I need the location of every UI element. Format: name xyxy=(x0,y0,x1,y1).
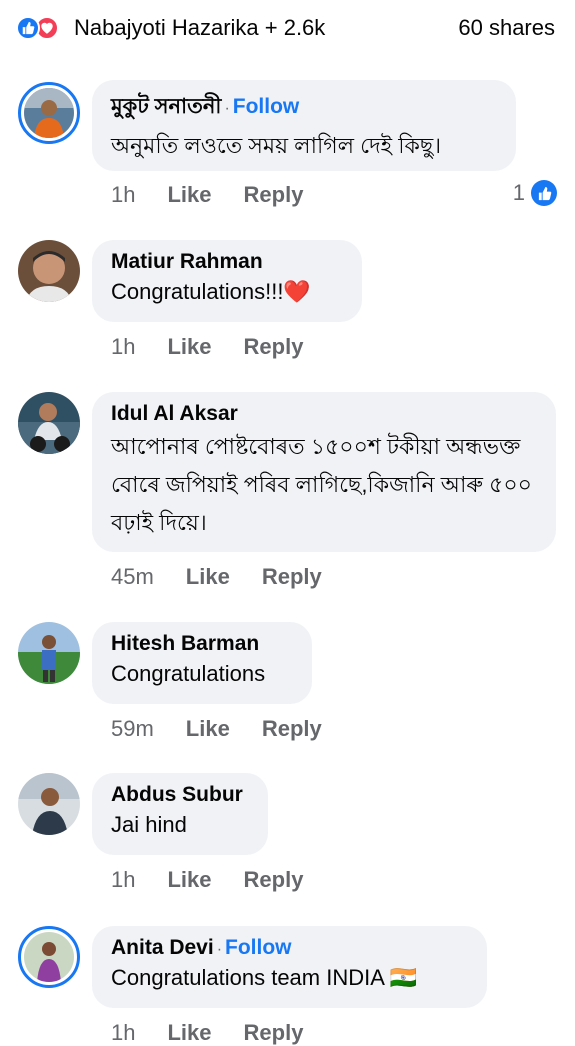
comment-bubble[interactable]: Anita Devi · Follow Congratulations team I… xyxy=(92,926,487,1008)
comment-bubble[interactable]: মুকুট সনাতনী · Follow অনুমতি লওতে সময় লাগ… xyxy=(92,80,516,171)
comment-text: Jai hind xyxy=(111,812,187,837)
comment-like-count[interactable]: 1 xyxy=(513,180,557,206)
commenter-name[interactable]: Idul Al Aksar xyxy=(111,402,536,426)
reply-button[interactable]: Reply xyxy=(262,564,322,590)
comment-bubble[interactable]: Matiur Rahman Congratulations!!!❤️ xyxy=(92,240,362,322)
like-reaction-icon xyxy=(16,16,40,40)
like-button[interactable]: Like xyxy=(186,716,230,742)
reply-button[interactable]: Reply xyxy=(244,334,304,360)
reply-button[interactable]: Reply xyxy=(262,716,322,742)
like-button[interactable]: Like xyxy=(167,334,211,360)
separator-dot: · xyxy=(216,941,223,958)
comment-actions: 1h Like Reply xyxy=(111,867,303,893)
comment-time[interactable]: 1h xyxy=(111,867,135,893)
reply-button[interactable]: Reply xyxy=(244,182,304,208)
separator-dot: · xyxy=(224,100,230,117)
comment-time[interactable]: 1h xyxy=(111,182,135,208)
comment-actions: 45m Like Reply xyxy=(111,564,322,590)
comment-text: Congratulations team INDIA 🇮🇳 xyxy=(111,965,418,990)
follow-button[interactable]: Follow xyxy=(233,95,300,118)
avatar[interactable] xyxy=(18,240,80,302)
comment-text: Congratulations!!!❤️ xyxy=(111,279,311,304)
like-button[interactable]: Like xyxy=(186,564,230,590)
reaction-icons[interactable] xyxy=(16,16,59,40)
comment-text: অনুমতি লওতে সময় লাগিল দেই কিছু। xyxy=(111,133,442,158)
comment-text: Congratulations xyxy=(111,661,266,686)
like-count-number: 1 xyxy=(512,180,525,205)
commenter-name[interactable]: Abdus Subur xyxy=(111,783,248,807)
commenter-name[interactable]: Matiur Rahman xyxy=(111,250,342,274)
like-button[interactable]: Like xyxy=(167,182,211,208)
avatar[interactable] xyxy=(18,82,80,144)
commenter-name-row: Anita Devi · Follow xyxy=(111,936,467,960)
avatar[interactable] xyxy=(18,392,80,454)
comment-actions: 59m Like Reply xyxy=(111,716,322,742)
comment-actions: 1h Like Reply xyxy=(111,182,303,208)
comment-text: আপোনাৰ পোষ্টবোৰত ১৫০০শ টকীয়া অন্ধভক্ত ব… xyxy=(111,434,532,535)
commenter-name-row: মুকুট সনাতনী · Follow xyxy=(111,90,496,125)
comment-time[interactable]: 45m xyxy=(111,564,154,590)
shares-count[interactable]: 60 shares xyxy=(458,15,555,41)
commenter-name[interactable]: Anita Devi xyxy=(111,936,214,959)
like-button[interactable]: Like xyxy=(167,867,211,893)
comment-bubble[interactable]: Idul Al Aksar আপোনাৰ পোষ্টবোৰত ১৫০০শ টকী… xyxy=(92,392,556,552)
comment-time[interactable]: 1h xyxy=(111,334,135,360)
reactors-summary[interactable]: Nabajyoti Hazarika + 2.6k xyxy=(74,15,325,41)
avatar[interactable] xyxy=(18,622,80,684)
comment-bubble[interactable]: Abdus Subur Jai hind xyxy=(92,773,268,855)
avatar[interactable] xyxy=(18,926,80,988)
commenter-name[interactable]: মুকুট সনাতনী xyxy=(111,95,221,118)
comment-time[interactable]: 59m xyxy=(111,716,154,742)
thumbs-up-icon xyxy=(531,180,557,206)
follow-button[interactable]: Follow xyxy=(225,936,292,959)
comment-actions: 1h Like Reply xyxy=(111,334,303,360)
avatar[interactable] xyxy=(18,773,80,835)
commenter-name[interactable]: Hitesh Barman xyxy=(111,632,292,656)
reply-button[interactable]: Reply xyxy=(244,867,304,893)
reactions-bar: Nabajyoti Hazarika + 2.6k 60 shares xyxy=(0,0,575,58)
comment-bubble[interactable]: Hitesh Barman Congratulations xyxy=(92,622,312,704)
